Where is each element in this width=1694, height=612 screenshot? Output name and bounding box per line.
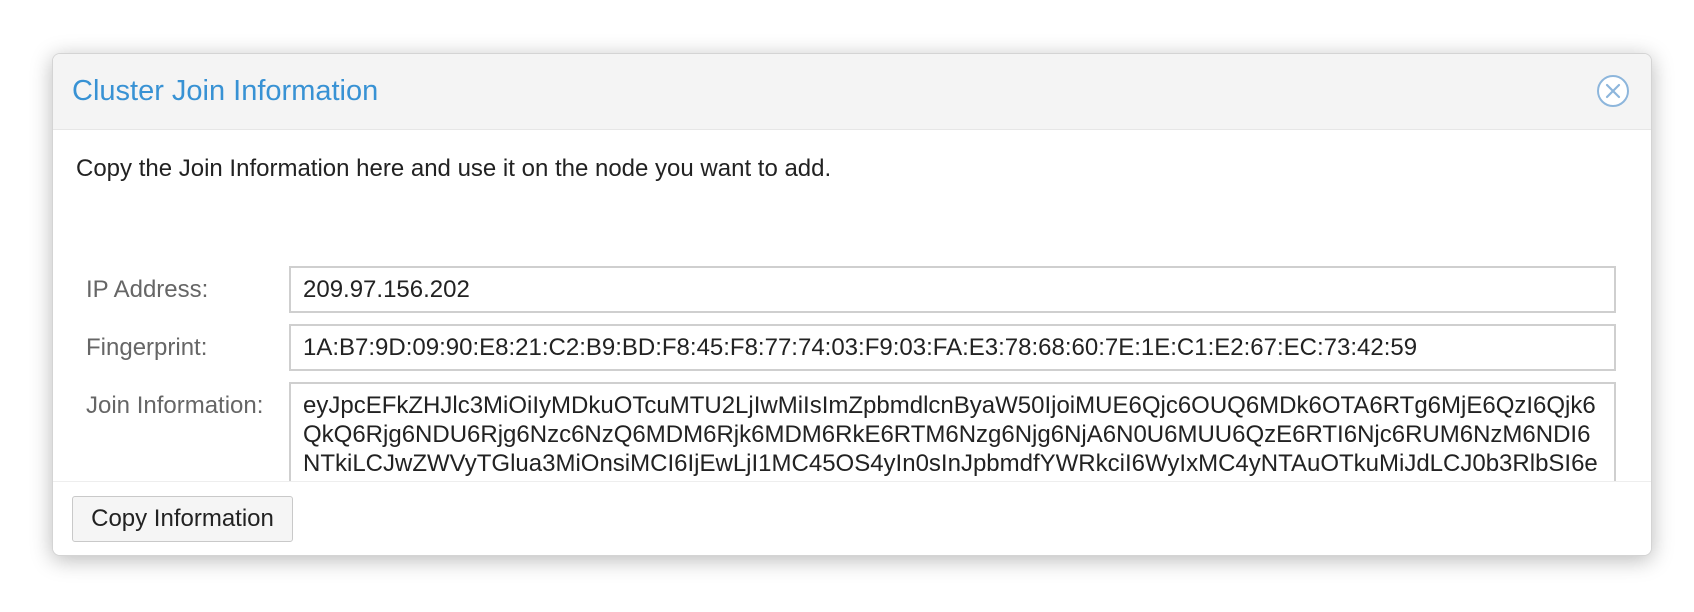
intro-text: Copy the Join Information here and use i… xyxy=(76,155,832,182)
ip-address-field[interactable]: 209.97.156.202 xyxy=(289,266,1616,313)
fingerprint-field[interactable]: 1A:B7:9D:09:90:E8:21:C2:B9:BD:F8:45:F8:7… xyxy=(289,324,1616,371)
cluster-join-dialog: Cluster Join Information Copy the Join I… xyxy=(52,53,1652,556)
join-information-label: Join Information: xyxy=(86,392,264,419)
fingerprint-label: Fingerprint: xyxy=(86,334,208,361)
close-icon[interactable] xyxy=(1596,74,1630,108)
dialog-header: Cluster Join Information xyxy=(53,54,1651,130)
dialog-body: Copy the Join Information here and use i… xyxy=(53,130,1651,502)
copy-information-button[interactable]: Copy Information xyxy=(72,496,293,542)
dialog-footer: Copy Information xyxy=(53,481,1651,555)
dialog-title: Cluster Join Information xyxy=(72,75,379,107)
ip-address-label: IP Address: xyxy=(86,276,209,303)
